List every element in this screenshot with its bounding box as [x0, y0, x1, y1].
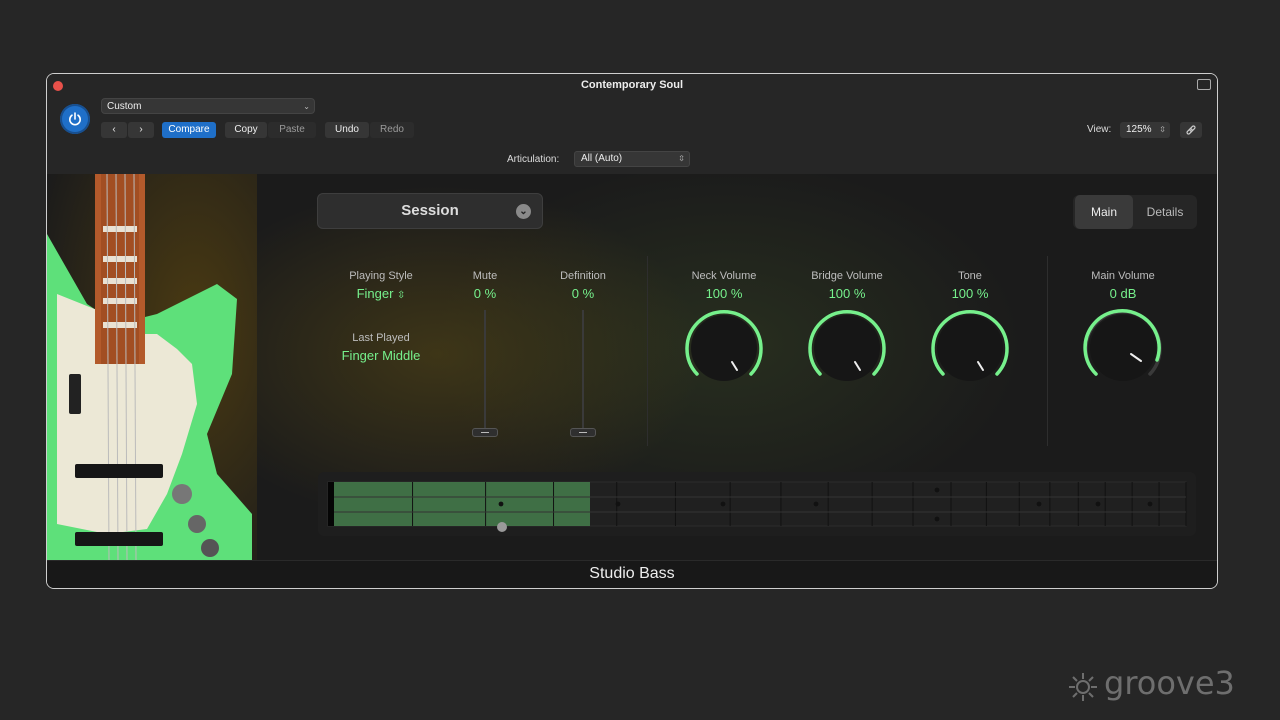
- neck-volume-value: 100 %: [705, 286, 743, 301]
- bridge-volume-knob[interactable]: [807, 308, 887, 388]
- next-preset-button[interactable]: ›: [128, 122, 154, 138]
- view-zoom-select[interactable]: 125% ⇳: [1120, 122, 1170, 138]
- section-divider: [647, 256, 648, 446]
- main-volume-value: 0 dB: [1109, 286, 1137, 301]
- stepper-icon: ⇳: [678, 154, 685, 163]
- mute-label: Mute: [472, 270, 498, 282]
- definition-value: 0 %: [571, 286, 595, 301]
- stepper-icon: ⇳: [1159, 125, 1166, 134]
- main-volume-knob[interactable]: [1083, 308, 1163, 388]
- session-label: Session: [401, 202, 459, 219]
- tone-knob[interactable]: [930, 308, 1010, 388]
- groove3-logo-icon: [1069, 673, 1097, 701]
- mute-fader-track[interactable]: [484, 310, 486, 434]
- tone-label: Tone: [958, 270, 982, 282]
- section-divider: [1047, 256, 1048, 446]
- neck-volume-knob[interactable]: [684, 308, 764, 388]
- power-icon: [69, 112, 81, 126]
- bridge-volume-label: Bridge Volume: [811, 270, 883, 282]
- undo-button[interactable]: Undo: [325, 122, 369, 138]
- definition-label: Definition: [560, 270, 606, 282]
- articulation-label: Articulation:: [507, 154, 560, 165]
- bridge-volume-value: 100 %: [828, 286, 866, 301]
- plugin-window: Contemporary Soul Custom ⌄ ‹ › Compare C…: [46, 73, 1218, 589]
- last-played-value: Finger Middle: [341, 348, 421, 363]
- instrument-name: Studio Bass: [47, 560, 1217, 588]
- paste-button[interactable]: Paste: [268, 122, 316, 138]
- playing-style-value: Finger: [356, 286, 394, 301]
- preset-menu[interactable]: Custom ⌄: [101, 98, 315, 114]
- session-menu[interactable]: Session ⌄: [317, 193, 543, 229]
- last-played-label: Last Played: [352, 332, 410, 344]
- tab-details[interactable]: Details: [1135, 195, 1195, 229]
- instrument-panel: Session ⌄ Main Details Playing Style Fin…: [47, 174, 1217, 560]
- fretboard-area: [318, 472, 1196, 536]
- window-title: Contemporary Soul: [580, 79, 684, 91]
- power-button[interactable]: [60, 104, 90, 134]
- articulation-select[interactable]: All (Auto) ⇳: [574, 151, 690, 167]
- header-bar: Contemporary Soul Custom ⌄ ‹ › Compare C…: [47, 74, 1217, 175]
- definition-fader-handle[interactable]: [570, 428, 596, 437]
- view-tabs: Main Details: [1073, 195, 1197, 229]
- playing-style-select[interactable]: Finger ⇳: [331, 286, 431, 301]
- chevron-down-icon: ⌄: [303, 102, 310, 111]
- view-zoom-value: 125%: [1126, 124, 1152, 135]
- neck-volume-label: Neck Volume: [691, 270, 757, 282]
- watermark: groove3: [1104, 664, 1235, 702]
- chevron-down-icon: ⌄: [516, 204, 531, 219]
- mute-value: 0 %: [473, 286, 497, 301]
- chevron-right-icon: ›: [139, 124, 143, 135]
- previous-preset-button[interactable]: ‹: [101, 122, 127, 138]
- stepper-icon: ⇳: [397, 290, 406, 301]
- preset-value: Custom: [107, 101, 142, 112]
- tab-main[interactable]: Main: [1075, 195, 1133, 229]
- mute-fader-handle[interactable]: [472, 428, 498, 437]
- main-volume-label: Main Volume: [1091, 270, 1155, 282]
- compare-button[interactable]: Compare: [162, 122, 216, 138]
- articulation-value: All (Auto): [581, 153, 623, 164]
- bass-guitar-image: [47, 174, 257, 560]
- link-button[interactable]: [1180, 122, 1202, 138]
- window-resize-icon[interactable]: [1197, 79, 1211, 90]
- playing-style-label: Playing Style: [349, 270, 413, 282]
- view-label: View:: [1087, 124, 1112, 135]
- copy-button[interactable]: Copy: [225, 122, 267, 138]
- redo-button[interactable]: Redo: [370, 122, 414, 138]
- chevron-left-icon: ‹: [112, 124, 116, 135]
- link-icon: [1186, 125, 1196, 135]
- tone-value: 100 %: [951, 286, 989, 301]
- fretboard[interactable]: [318, 472, 1196, 536]
- definition-fader-track[interactable]: [582, 310, 584, 434]
